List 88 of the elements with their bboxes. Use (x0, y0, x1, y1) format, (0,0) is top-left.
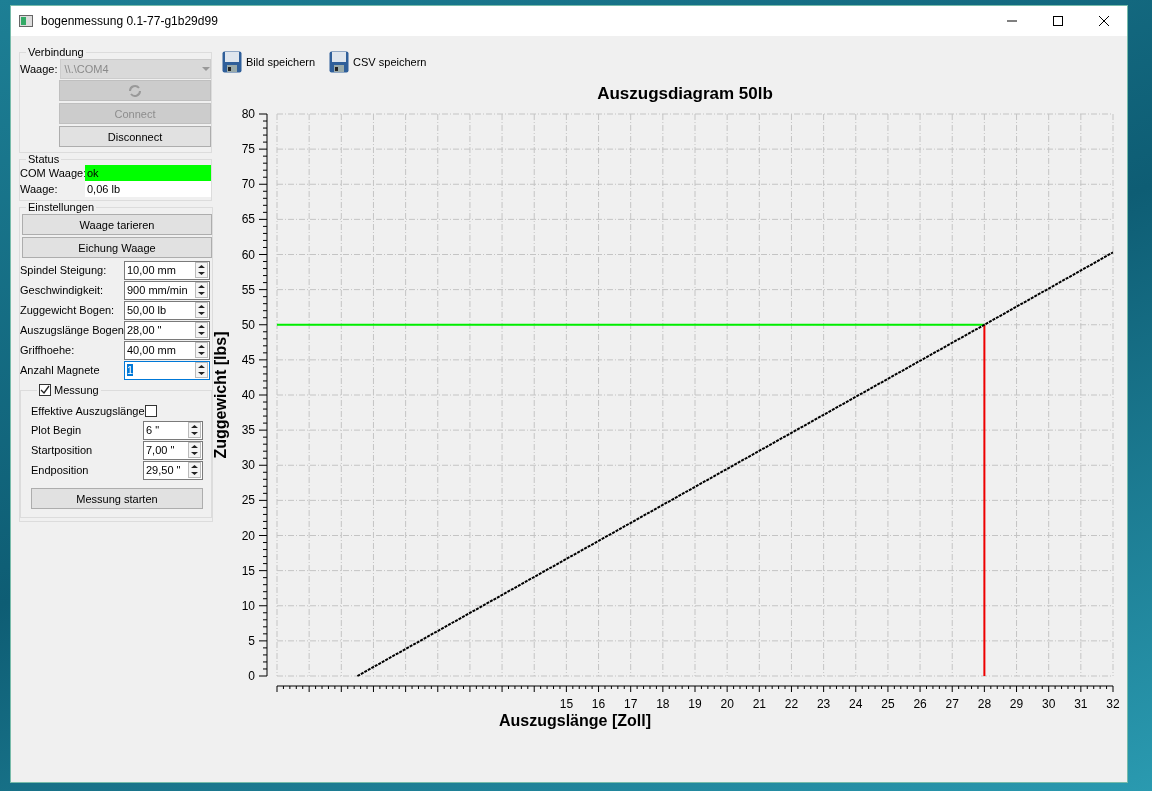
chart-title: Auszugsdiagram 50lb (597, 84, 773, 103)
y-tick-label: 40 (241, 388, 255, 402)
checkbox[interactable] (39, 384, 51, 396)
y-tick-label: 80 (241, 107, 255, 121)
y-tick-label: 50 (241, 317, 255, 332)
y-tick-label: 10 (241, 598, 255, 613)
field-label: Zuggewicht Bogen: (20, 304, 116, 316)
x-tick-label: 25 (881, 697, 895, 711)
y-tick-label: 25 (241, 493, 255, 508)
x-tick-label: 15 (559, 697, 574, 711)
y-tick-label: 5 (248, 633, 255, 648)
y-axis-label: Zuggewicht [lbs] (212, 331, 229, 459)
spin-arrows-icon[interactable] (188, 462, 201, 478)
spin-arrows-icon[interactable] (195, 362, 208, 378)
x-tick-label: 22 (784, 697, 799, 711)
caret-icon (202, 67, 210, 71)
x-tick-label: 31 (1074, 697, 1088, 711)
status-value: ok (85, 165, 211, 181)
maximize-button[interactable] (1053, 16, 1063, 26)
x-tick-label: 18 (656, 697, 670, 711)
x-tick-label: 28 (977, 697, 992, 711)
spin-arrows-icon[interactable] (195, 342, 208, 358)
checkbox[interactable] (144, 405, 157, 417)
check-icon (40, 385, 50, 395)
status-label: COM Waage: (20, 167, 85, 179)
checkbox-label: Effektive Auszugslänge (31, 405, 145, 417)
group-title: Verbindung (27, 46, 85, 58)
spin-box[interactable]: 1 (124, 360, 210, 380)
status-label: Waage: (20, 183, 59, 195)
spin-box[interactable]: 50,00 lb (124, 300, 210, 320)
spin-box[interactable]: 6 " (143, 420, 203, 440)
spin-arrows-icon[interactable] (188, 442, 201, 458)
x-tick-label: 17 (624, 697, 638, 711)
y-tick-label: 65 (241, 212, 255, 227)
field-label: Startposition (31, 444, 94, 456)
spin-arrows-icon[interactable] (195, 322, 208, 338)
y-tick-label: 30 (241, 458, 255, 473)
x-tick-label: 27 (945, 697, 959, 711)
x-tick-label: 21 (752, 697, 766, 711)
spin-arrows-icon[interactable] (188, 422, 201, 438)
spin-arrows-icon[interactable] (195, 302, 208, 318)
start-button[interactable]: Messung starten (31, 488, 203, 509)
save-button[interactable]: CSV speichern (329, 51, 427, 73)
spin-arrows-icon[interactable] (195, 282, 208, 298)
spin-box[interactable]: 900 mm/min (124, 280, 210, 300)
y-tick-label: 0 (248, 669, 255, 683)
y-tick-label: 55 (241, 282, 255, 297)
y-tick-label: 45 (241, 352, 255, 367)
action-button[interactable]: Eichung Waage (22, 237, 212, 258)
y-tick-label: 75 (241, 142, 255, 157)
x-axis-label: Auszugslänge [Zoll] (499, 712, 651, 729)
x-tick-label: 20 (720, 697, 734, 711)
field-label: Endposition (31, 464, 90, 476)
y-tick-label: 60 (241, 247, 255, 262)
x-tick-label: 24 (849, 697, 863, 711)
x-tick-label: 26 (913, 697, 927, 711)
spin-arrows-icon[interactable] (195, 262, 208, 278)
spin-box[interactable]: 29,50 " (143, 460, 203, 480)
x-tick-label: 19 (688, 697, 702, 711)
spin-box[interactable]: 28,00 " (124, 320, 210, 340)
status-value: 0,06 lb (85, 181, 211, 197)
field-label: Geschwindigkeit: (20, 284, 105, 296)
group-title: Status (27, 153, 61, 165)
close-button[interactable] (1099, 16, 1109, 26)
group-title: Einstellungen (27, 201, 96, 213)
x-tick-label: 32 (1106, 697, 1120, 711)
spin-box[interactable]: 40,00 mm (124, 340, 210, 360)
y-tick-label: 15 (241, 563, 255, 578)
app-icon (19, 15, 33, 27)
refresh-icon (128, 83, 142, 98)
window-title: bogenmessung 0.1-77-g1b29d99 (41, 14, 219, 28)
field-label: Anzahl Magnete (20, 364, 101, 376)
field-label: Plot Begin (31, 424, 83, 436)
x-tick-label: 30 (1042, 697, 1056, 711)
field-label: Waage: (20, 63, 58, 75)
y-tick-label: 35 (241, 423, 255, 438)
action-button[interactable]: Waage tarieren (22, 214, 212, 235)
x-tick-label: 29 (1009, 697, 1024, 711)
save-button[interactable]: Bild speichern (222, 51, 316, 73)
spin-box[interactable]: 10,00 mm (124, 260, 210, 280)
checkbox-label: Messung (54, 384, 99, 396)
x-tick-label: 16 (591, 697, 606, 711)
field-label: Spindel Steigung: (20, 264, 108, 276)
spin-box[interactable]: 7,00 " (143, 440, 203, 460)
x-tick-label: 23 (816, 697, 831, 711)
y-tick-label: 70 (241, 177, 255, 192)
field-label: Griffhoehe: (20, 344, 76, 356)
y-tick-label: 20 (241, 528, 255, 543)
